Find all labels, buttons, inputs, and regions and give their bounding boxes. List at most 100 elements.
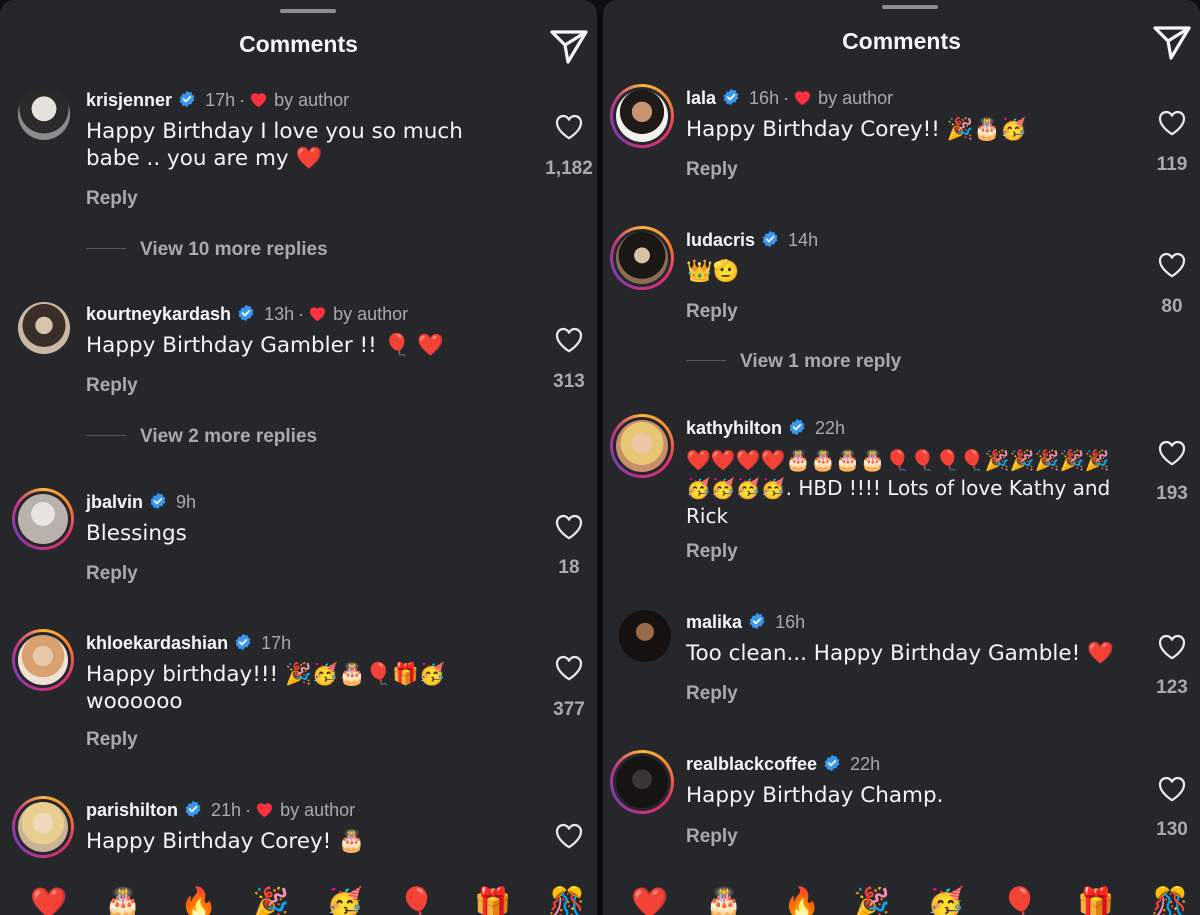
emoji-button[interactable]: 🔥 bbox=[783, 889, 820, 915]
comment-text: Happy birthday!!! 🎉🥳🎂🎈🎁🥳 woooooo bbox=[86, 662, 446, 714]
like-count: 1,182 bbox=[545, 158, 593, 179]
view-more-replies[interactable]: View 2 more replies bbox=[86, 426, 317, 448]
avatar[interactable] bbox=[18, 88, 74, 144]
emoji-button[interactable]: 🎈 bbox=[398, 889, 435, 915]
liked-by-author: by author bbox=[280, 800, 356, 820]
avatar[interactable] bbox=[12, 629, 74, 691]
timestamp: 9h bbox=[176, 492, 197, 512]
emoji-button[interactable]: 🥳 bbox=[927, 889, 964, 915]
timestamp: 21h bbox=[211, 800, 242, 820]
author-heart-icon bbox=[255, 800, 274, 819]
drag-handle[interactable] bbox=[280, 9, 336, 13]
timestamp: 14h bbox=[788, 230, 819, 250]
view-more-replies[interactable]: View 1 more reply bbox=[686, 351, 901, 373]
emoji-button[interactable]: 🎉 bbox=[252, 889, 289, 915]
like-count: 80 bbox=[1161, 296, 1183, 317]
verified-badge-icon bbox=[788, 418, 806, 436]
like-heart-icon[interactable] bbox=[1158, 776, 1186, 802]
verified-badge-icon bbox=[722, 88, 740, 106]
emoji-button[interactable]: 🎈 bbox=[1001, 889, 1038, 915]
emoji-button[interactable]: 🔥 bbox=[180, 889, 217, 915]
like-heart-icon[interactable] bbox=[555, 514, 583, 540]
avatar[interactable] bbox=[610, 750, 674, 814]
like-heart-icon[interactable] bbox=[1158, 252, 1186, 278]
reply-button[interactable]: Reply bbox=[686, 301, 738, 323]
username[interactable]: jbalvin bbox=[86, 492, 143, 512]
comment-item: kourtneykardash 13h · by author Happy Birt… bbox=[0, 302, 597, 442]
avatar[interactable] bbox=[619, 610, 675, 666]
comment-item: jbalvin 9h Blessings Reply 18 bbox=[0, 488, 597, 630]
emoji-button[interactable]: 🎉 bbox=[853, 889, 890, 915]
avatar[interactable] bbox=[12, 796, 74, 858]
like-count: 18 bbox=[558, 557, 580, 578]
panel-title: Comments bbox=[239, 31, 358, 57]
emoji-button[interactable]: 🎂 bbox=[705, 889, 742, 915]
like-count: 119 bbox=[1156, 154, 1188, 175]
like-heart-icon[interactable] bbox=[1158, 110, 1186, 136]
comment-item: realblackcoffee 22h Happy Birthday Champ… bbox=[603, 750, 1200, 892]
avatar[interactable] bbox=[18, 302, 74, 358]
emoji-button[interactable]: 🎁 bbox=[474, 889, 511, 915]
like-heart-icon[interactable] bbox=[555, 655, 583, 681]
comments-panel-left: Comments krisjenner 17h · by author Happy … bbox=[0, 0, 597, 915]
like-count: 193 bbox=[1156, 483, 1188, 504]
reply-button[interactable]: Reply bbox=[86, 563, 138, 585]
username[interactable]: kathyhilton bbox=[686, 418, 782, 438]
avatar[interactable] bbox=[12, 488, 74, 550]
emoji-button[interactable]: 🎁 bbox=[1077, 889, 1114, 915]
like-count: 313 bbox=[553, 371, 585, 392]
like-heart-icon[interactable] bbox=[1158, 440, 1186, 466]
like-heart-icon[interactable] bbox=[1158, 634, 1186, 660]
username[interactable]: ludacris bbox=[686, 230, 755, 250]
comment-item: malika 16h Too clean... Happy Birthday G… bbox=[603, 610, 1200, 750]
comment-text: Happy Birthday Corey!! 🎉🎂🥳 bbox=[686, 117, 1028, 142]
avatar[interactable] bbox=[610, 84, 674, 148]
comments-panel-right: Comments lala 16h · by author Happy Birthd… bbox=[603, 0, 1200, 915]
username[interactable]: krisjenner bbox=[86, 90, 172, 110]
send-icon[interactable] bbox=[549, 28, 589, 66]
reply-button[interactable]: Reply bbox=[86, 729, 138, 751]
reply-button[interactable]: Reply bbox=[686, 683, 738, 705]
like-heart-icon[interactable] bbox=[555, 823, 583, 849]
username[interactable]: khloekardashian bbox=[86, 633, 228, 653]
liked-by-author: by author bbox=[818, 88, 894, 108]
timestamp: 16h bbox=[775, 612, 806, 632]
comment-text: Blessings bbox=[86, 521, 187, 546]
emoji-button[interactable]: 🎊 bbox=[548, 889, 585, 915]
reply-button[interactable]: Reply bbox=[686, 541, 738, 563]
drag-handle[interactable] bbox=[882, 5, 938, 9]
comment-text: Happy Birthday Corey! 🎂 bbox=[86, 829, 365, 854]
username[interactable]: malika bbox=[686, 612, 742, 632]
username[interactable]: lala bbox=[686, 88, 716, 108]
liked-by-author: by author bbox=[274, 90, 350, 110]
emoji-button[interactable]: 🎂 bbox=[104, 889, 141, 915]
verified-badge-icon bbox=[184, 800, 202, 818]
avatar[interactable] bbox=[610, 226, 674, 290]
comment-item: kathyhilton 22h ❤️❤️❤️❤️🎂🎂🎂🎂🎈🎈🎈🎈🎉🎉🎉🎉🎉🥳🥳🥳… bbox=[603, 414, 1200, 562]
emoji-reaction-bar: ❤️ 🎂 🔥 🎉 🥳 🎈 🎁 🎊 bbox=[0, 885, 597, 915]
send-icon[interactable] bbox=[1152, 24, 1192, 62]
username[interactable]: realblackcoffee bbox=[686, 754, 817, 774]
like-count: 123 bbox=[1156, 677, 1188, 698]
reply-button[interactable]: Reply bbox=[686, 159, 738, 181]
reply-button[interactable]: Reply bbox=[86, 375, 138, 397]
reply-button[interactable]: Reply bbox=[86, 188, 138, 210]
timestamp: 16h bbox=[749, 88, 780, 108]
like-heart-icon[interactable] bbox=[555, 327, 583, 353]
avatar[interactable] bbox=[610, 414, 674, 478]
emoji-button[interactable]: 🎊 bbox=[1151, 889, 1188, 915]
emoji-reaction-bar: ❤️ 🎂 🔥 🎉 🥳 🎈 🎁 🎊 bbox=[603, 885, 1200, 915]
username[interactable]: parishilton bbox=[86, 800, 178, 820]
comment-text: Too clean... Happy Birthday Gamble! ❤️ bbox=[686, 641, 1114, 666]
emoji-button[interactable]: ❤️ bbox=[631, 889, 668, 915]
timestamp: 17h bbox=[205, 90, 236, 110]
emoji-button[interactable]: 🥳 bbox=[326, 889, 363, 915]
like-heart-icon[interactable] bbox=[555, 114, 583, 140]
emoji-button[interactable]: ❤️ bbox=[30, 889, 67, 915]
view-more-replies[interactable]: View 10 more replies bbox=[86, 239, 328, 261]
like-count: 377 bbox=[553, 699, 585, 720]
comment-text: 👑🫡 bbox=[686, 259, 740, 284]
verified-badge-icon bbox=[178, 90, 196, 108]
reply-button[interactable]: Reply bbox=[686, 826, 738, 848]
username[interactable]: kourtneykardash bbox=[86, 304, 231, 324]
